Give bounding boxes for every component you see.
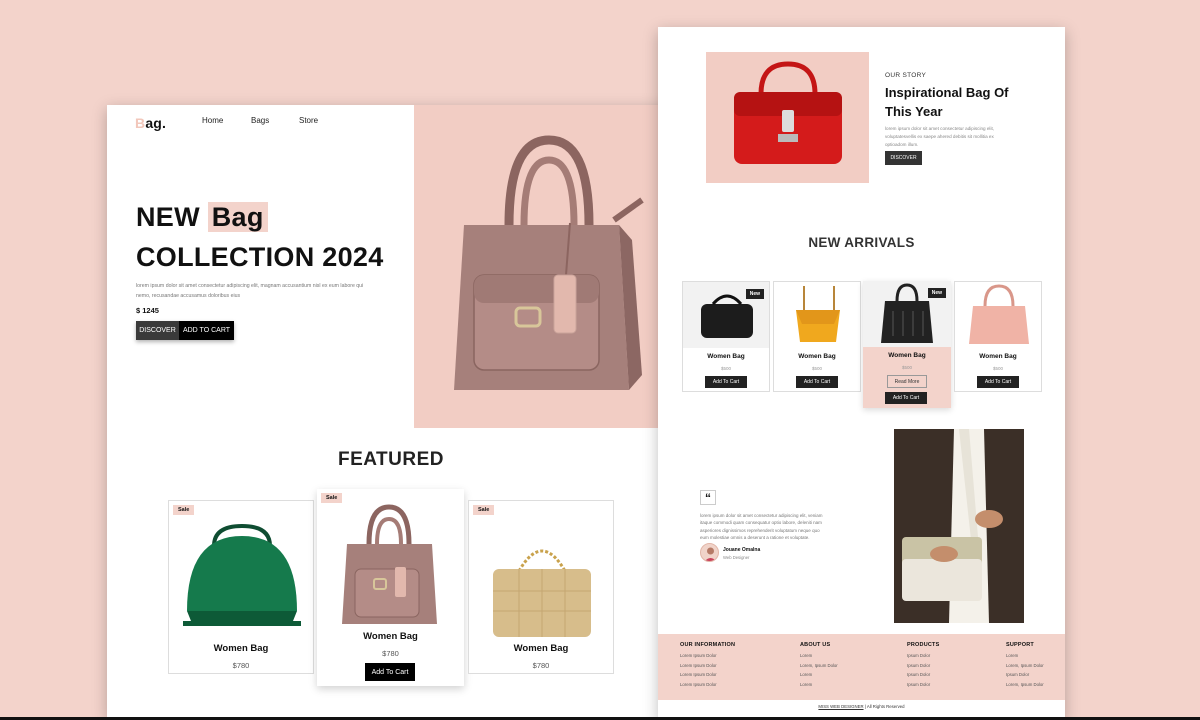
arrival-add-to-cart-button[interactable]: Add To Cart: [705, 376, 747, 388]
read-more-button[interactable]: Read More: [887, 375, 927, 388]
featured-card[interactable]: Sale Women Bag $780: [168, 500, 314, 674]
person-icon: [704, 547, 717, 561]
story-discover-button[interactable]: DISCOVER: [885, 151, 922, 165]
arrival-card[interactable]: New Women Bag $500 Add To Cart: [682, 281, 770, 392]
footer-column-support: SUPPORT Lorem Lorem, Ipsum Dolor Ipsum D…: [1006, 642, 1044, 691]
product-price: $500: [992, 366, 1003, 371]
arrival-card[interactable]: Women Bag $500 Add To Cart: [773, 281, 861, 392]
landing-page-right: OUR STORY Inspirational Bag Of This Year…: [658, 27, 1065, 720]
nav-bags-link[interactable]: Bags: [251, 116, 299, 125]
footer-column-products: PRODUCTS Ipsum Dolor Ipsum Dolor Ipsum D…: [907, 642, 939, 691]
landing-page-left: Bag. Home Bags Store NEW Bag COLLECTION …: [107, 105, 675, 717]
new-badge: New: [745, 289, 764, 299]
arrival-image: [955, 282, 1041, 348]
orange-bag-image: [796, 286, 840, 342]
top-nav: Home Bags Store: [202, 116, 318, 125]
footer-link[interactable]: Lorem: [800, 682, 838, 692]
discover-button[interactable]: DISCOVER: [136, 321, 179, 340]
arrival-add-to-cart-button[interactable]: Add To Cart: [885, 392, 927, 404]
product-price: $780: [232, 661, 250, 670]
footer-link[interactable]: Lorem Ipsum Dolor: [680, 663, 735, 673]
pink-bag-image: [342, 504, 437, 624]
testimonial-author-name: Jouane Omalna: [723, 547, 761, 553]
brand-logo[interactable]: Bag.: [135, 115, 166, 131]
hero-description: lorem ipsum dolor sit amet consectetur a…: [136, 283, 364, 299]
avatar: [700, 543, 719, 562]
story-image-panel: [706, 52, 869, 183]
footer-link[interactable]: Lorem: [800, 653, 838, 663]
footer-column-about: ABOUT US Lorem Lorem, Ipsum Dolor Lorem …: [800, 642, 838, 691]
hero-bag-image: [454, 135, 644, 390]
red-bag-image: [734, 61, 842, 164]
quote-icon: “: [700, 490, 716, 505]
footer-link[interactable]: Lorem, Ipsum Dolor: [800, 663, 838, 673]
footer-link[interactable]: Lorem: [1006, 653, 1044, 663]
footer-link[interactable]: Ipsum Dolor: [907, 663, 939, 673]
new-badge: New: [927, 288, 946, 298]
hero-buttons: DISCOVER ADD TO CART: [136, 321, 234, 340]
model-with-bag-photo: [894, 429, 1024, 623]
green-bag-image: [183, 523, 301, 626]
story-title: Inspirational Bag Of This Year: [885, 85, 1009, 119]
copyright-link[interactable]: MISS WEB DESIGNER: [818, 704, 863, 709]
footer-link[interactable]: Lorem Ipsum Dolor: [680, 672, 735, 682]
site-footer: OUR INFORMATION Lorem Ipsum Dolor Lorem …: [658, 634, 1065, 700]
footer-column-information: OUR INFORMATION Lorem Ipsum Dolor Lorem …: [680, 642, 735, 691]
footer-link[interactable]: Ipsum Dolor: [907, 672, 939, 682]
footer-link[interactable]: Ipsum Dolor: [907, 682, 939, 692]
featured-heading: FEATURED: [337, 449, 445, 470]
product-name: Women Bag: [798, 353, 836, 360]
footer-link[interactable]: Lorem Ipsum Dolor: [680, 653, 735, 663]
testimonial-text: lorem ipsum dolor sit amet consectetur a…: [700, 513, 823, 541]
footer-heading: ABOUT US: [800, 642, 831, 648]
product-name: Women Bag: [979, 353, 1017, 360]
featured-card[interactable]: Sale Women Bag $780 Add To Cart: [317, 489, 464, 686]
footer-link[interactable]: Ipsum Dolor: [907, 653, 939, 663]
arrival-card-hovered[interactable]: New Women Bag $500 Read More Add To Cart: [863, 281, 951, 408]
arrival-add-to-cart-button[interactable]: Add To Cart: [977, 376, 1019, 388]
footer-link[interactable]: Lorem: [800, 672, 838, 682]
testimonial-author-role: Web Designer: [723, 555, 750, 560]
footer-link[interactable]: Ipsum Dolor: [1006, 672, 1044, 682]
product-name: Women Bag: [213, 643, 269, 654]
product-price: $780: [382, 649, 399, 658]
footer-link[interactable]: Lorem, Ipsum Dolor: [1006, 682, 1044, 692]
nav-store-link[interactable]: Store: [299, 116, 318, 125]
story-description: lorem ipsum dolor sit amet consectetur a…: [885, 126, 995, 147]
product-price: $500: [901, 365, 912, 370]
hero-image-panel: [414, 105, 675, 428]
footer-heading: PRODUCTS: [907, 642, 940, 648]
product-name: Women Bag: [513, 643, 569, 654]
product-name: Women Bag: [707, 353, 745, 360]
product-price: $500: [811, 366, 822, 371]
hero-title: NEW Bag COLLECTION 2024: [136, 202, 384, 272]
beige-bag-image: [493, 549, 591, 637]
nav-home-link[interactable]: Home: [202, 116, 251, 125]
product-price: $500: [720, 366, 731, 371]
new-arrivals-heading: NEW ARRIVALS: [808, 235, 915, 250]
featured-card[interactable]: Sale Women Bag $780: [468, 500, 614, 674]
peach-bag-image: [969, 284, 1029, 344]
footer-heading: OUR INFORMATION: [680, 642, 736, 648]
model-photo-illustration: [894, 429, 1024, 623]
arrival-card[interactable]: Women Bag $500 Add To Cart: [954, 281, 1042, 392]
featured-add-to-cart-button[interactable]: Add To Cart: [365, 663, 415, 681]
hero-title-highlight: Bag: [207, 202, 268, 232]
story-kicker: OUR STORY: [885, 72, 927, 79]
add-to-cart-button[interactable]: ADD TO CART: [179, 321, 234, 340]
arrival-add-to-cart-button[interactable]: Add To Cart: [796, 376, 838, 388]
product-name: Women Bag: [888, 352, 926, 359]
footer-heading: SUPPORT: [1006, 642, 1034, 648]
product-name: Women Bag: [363, 631, 418, 642]
arrival-image: [774, 282, 860, 348]
footer-link[interactable]: Lorem, Ipsum Dolor: [1006, 663, 1044, 673]
product-price: $780: [532, 661, 550, 670]
footer-link[interactable]: Lorem Ipsum Dolor: [680, 682, 735, 692]
hero-price: $ 1245: [136, 306, 159, 315]
